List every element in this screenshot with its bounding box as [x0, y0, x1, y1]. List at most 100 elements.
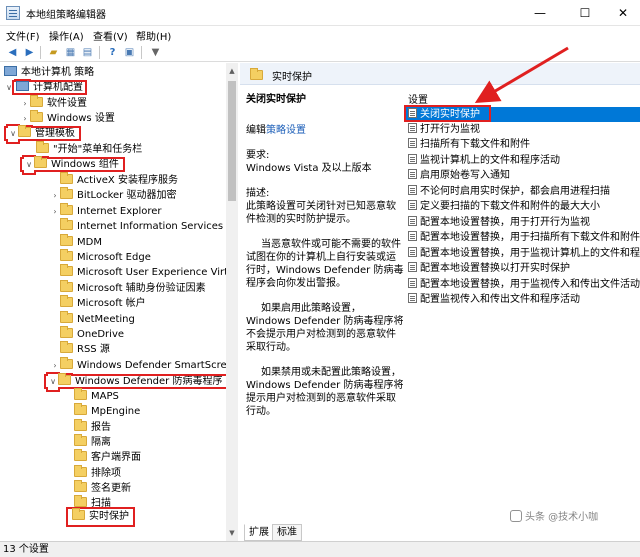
folder-icon	[74, 465, 87, 477]
collapse-arrow-icon[interactable]: ›	[50, 188, 60, 204]
tree-defender-child[interactable]: 客户端界面	[64, 449, 141, 466]
expand-arrow-icon[interactable]: ∨	[8, 126, 18, 142]
tree-defender-child[interactable]: MpEngine	[64, 403, 140, 420]
settings-column-header[interactable]: 设置	[408, 91, 428, 106]
setting-row[interactable]: 配置本地设置替换，用于扫描所有下载文件和附件	[406, 230, 640, 245]
folder-icon	[74, 449, 87, 461]
expand-arrow-icon[interactable]: ∨	[48, 374, 58, 390]
setting-row[interactable]: 配置本地设置替换，用于监视传入和传出文件活动	[406, 277, 640, 292]
folder-icon	[30, 95, 43, 107]
tab-extended[interactable]: 扩展	[244, 524, 274, 541]
collapse-arrow-icon[interactable]: ›	[50, 358, 60, 374]
tree-item[interactable]: › BitLocker 驱动器加密	[50, 187, 176, 204]
folder-icon	[60, 264, 73, 276]
folder-icon	[60, 203, 73, 215]
folder-icon	[74, 388, 87, 400]
back-icon[interactable]: ◀	[5, 45, 20, 60]
folder-icon	[60, 249, 73, 261]
menu-action[interactable]: 操作(A)	[49, 28, 84, 43]
toolbar-separator	[40, 46, 41, 59]
folder-icon	[72, 508, 85, 520]
toutiao-logo-icon	[510, 510, 522, 522]
filter-icon[interactable]: ▼	[148, 45, 163, 60]
view-tabs: 扩展 标准	[240, 524, 640, 541]
edit-policy-link[interactable]: 策略设置	[266, 125, 306, 136]
computer-policy-icon	[4, 66, 17, 76]
folder-icon	[34, 156, 47, 168]
menu-file[interactable]: 文件(F)	[6, 28, 40, 43]
folder-up-icon[interactable]: ▰	[46, 45, 61, 60]
requirements-label: 要求:	[246, 150, 270, 161]
scroll-up-icon[interactable]: ▲	[226, 65, 238, 77]
description-paragraph: 如果启用此策略设置，Windows Defender 防病毒程序将不会提示用户对…	[246, 303, 404, 353]
scrollbar-thumb[interactable]	[228, 81, 236, 201]
expand-arrow-icon[interactable]: ∨	[24, 157, 34, 173]
tree-defender-child[interactable]: MAPS	[64, 388, 119, 405]
tree-start-menu[interactable]: "开始"菜单和任务栏	[36, 141, 142, 158]
collapse-arrow-icon[interactable]: ›	[50, 204, 60, 220]
setting-row[interactable]: 扫描所有下载文件和附件	[406, 137, 640, 152]
setting-row[interactable]: 启用原始卷写入通知	[406, 168, 640, 183]
policy-setting-icon	[408, 293, 417, 303]
tree-windows-components[interactable]: ∨ Windows 组件	[20, 156, 125, 173]
export-list-icon[interactable]: ▤	[80, 45, 95, 60]
menu-bar: 文件(F) 操作(A) 查看(V) 帮助(H)	[0, 26, 640, 44]
menu-view[interactable]: 查看(V)	[93, 28, 128, 43]
description-paragraph: 此策略设置可关闭针对已知恶意软件检测的实时防护提示。	[246, 201, 396, 225]
setting-row[interactable]: 配置监视传入和传出文件和程序活动	[406, 292, 640, 307]
gpedit-app-icon	[6, 6, 20, 20]
scroll-down-icon[interactable]: ▼	[226, 527, 238, 539]
tree-defender-child[interactable]: 隔离	[64, 434, 111, 451]
close-button[interactable]: ✕	[603, 0, 640, 26]
tree-admin-templates[interactable]: ∨ 管理模板	[4, 125, 81, 142]
policy-setting-icon	[408, 247, 417, 257]
folder-icon	[60, 172, 73, 184]
folder-icon	[74, 495, 87, 507]
folder-icon	[74, 403, 87, 415]
properties-icon[interactable]: ▣	[122, 45, 137, 60]
tree-item[interactable]: Microsoft 帐户	[50, 295, 146, 312]
tree-scrollbar[interactable]: ▲ ▼	[226, 63, 238, 541]
tree-item[interactable]: › Windows Defender SmartScreen	[50, 357, 237, 374]
setting-row[interactable]: 不论何时启用实时保护，都会启用进程扫描	[406, 184, 640, 199]
minimize-button[interactable]: —	[520, 0, 560, 26]
folder-icon	[60, 311, 73, 323]
tree-windows-settings[interactable]: › Windows 设置	[20, 110, 115, 127]
help-icon[interactable]: ?	[105, 45, 120, 60]
policy-setting-icon	[408, 185, 417, 195]
tree-item[interactable]: MDM	[50, 234, 102, 251]
tree-item[interactable]: ActiveX 安装程序服务	[50, 172, 178, 189]
window-title: 本地组策略编辑器	[26, 10, 106, 21]
tree-item[interactable]: Internet Information Services	[50, 218, 223, 235]
setting-row-selected[interactable]: 关闭实时保护	[406, 107, 640, 122]
tree-defender-child[interactable]: 排除项	[64, 465, 121, 482]
folder-icon	[18, 125, 31, 137]
toolbar: ◀ ▶ ▰ ▦ ▤ ? ▣ ▼	[0, 44, 640, 62]
description-paragraph: 如果禁用或未配置此策略设置，Windows Defender 防病毒程序将提示用…	[246, 367, 404, 417]
tab-standard[interactable]: 标准	[272, 524, 302, 541]
menu-help[interactable]: 帮助(H)	[136, 28, 171, 43]
policy-setting-icon	[408, 108, 417, 118]
forward-icon[interactable]: ▶	[22, 45, 37, 60]
tree-realtime-protection[interactable]: 实时保护	[66, 507, 135, 527]
setting-row[interactable]: 配置本地设置替换，用于打开行为监视	[406, 215, 640, 230]
collapse-arrow-icon[interactable]: ›	[20, 96, 30, 112]
expand-arrow-icon[interactable]: ∨	[4, 80, 14, 96]
setting-row[interactable]: 打开行为监视	[406, 122, 640, 137]
show-hide-tree-icon[interactable]: ▦	[63, 45, 78, 60]
setting-row[interactable]: 配置本地设置替换以打开实时保护	[406, 261, 640, 276]
tree-item[interactable]: RSS 源	[50, 341, 110, 358]
tree-defender-child[interactable]: 报告	[64, 419, 111, 436]
details-header-title: 实时保护	[272, 72, 312, 83]
details-pane: 实时保护 关闭实时保护 编辑策略设置 要求: Windows Vista 及以上…	[240, 63, 640, 541]
tree-root[interactable]: 本地计算机 策略	[4, 65, 94, 81]
tree-computer-config[interactable]: ∨ 计算机配置	[4, 80, 87, 96]
setting-row[interactable]: 监视计算机上的文件和程序活动	[406, 153, 640, 168]
maximize-button[interactable]: ☐	[565, 0, 605, 26]
tree-item[interactable]: Microsoft User Experience Virtu	[50, 264, 234, 281]
tree-item[interactable]: Microsoft 辅助身份验证因素	[50, 280, 206, 297]
folder-icon	[60, 326, 73, 338]
setting-row[interactable]: 定义要扫描的下载文件和附件的最大大小	[406, 199, 640, 214]
policy-description: 关闭实时保护 编辑策略设置 要求: Windows Vista 及以上版本 描述…	[246, 93, 404, 430]
setting-row[interactable]: 配置本地设置替换，用于监视计算机上的文件和程序	[406, 246, 640, 261]
